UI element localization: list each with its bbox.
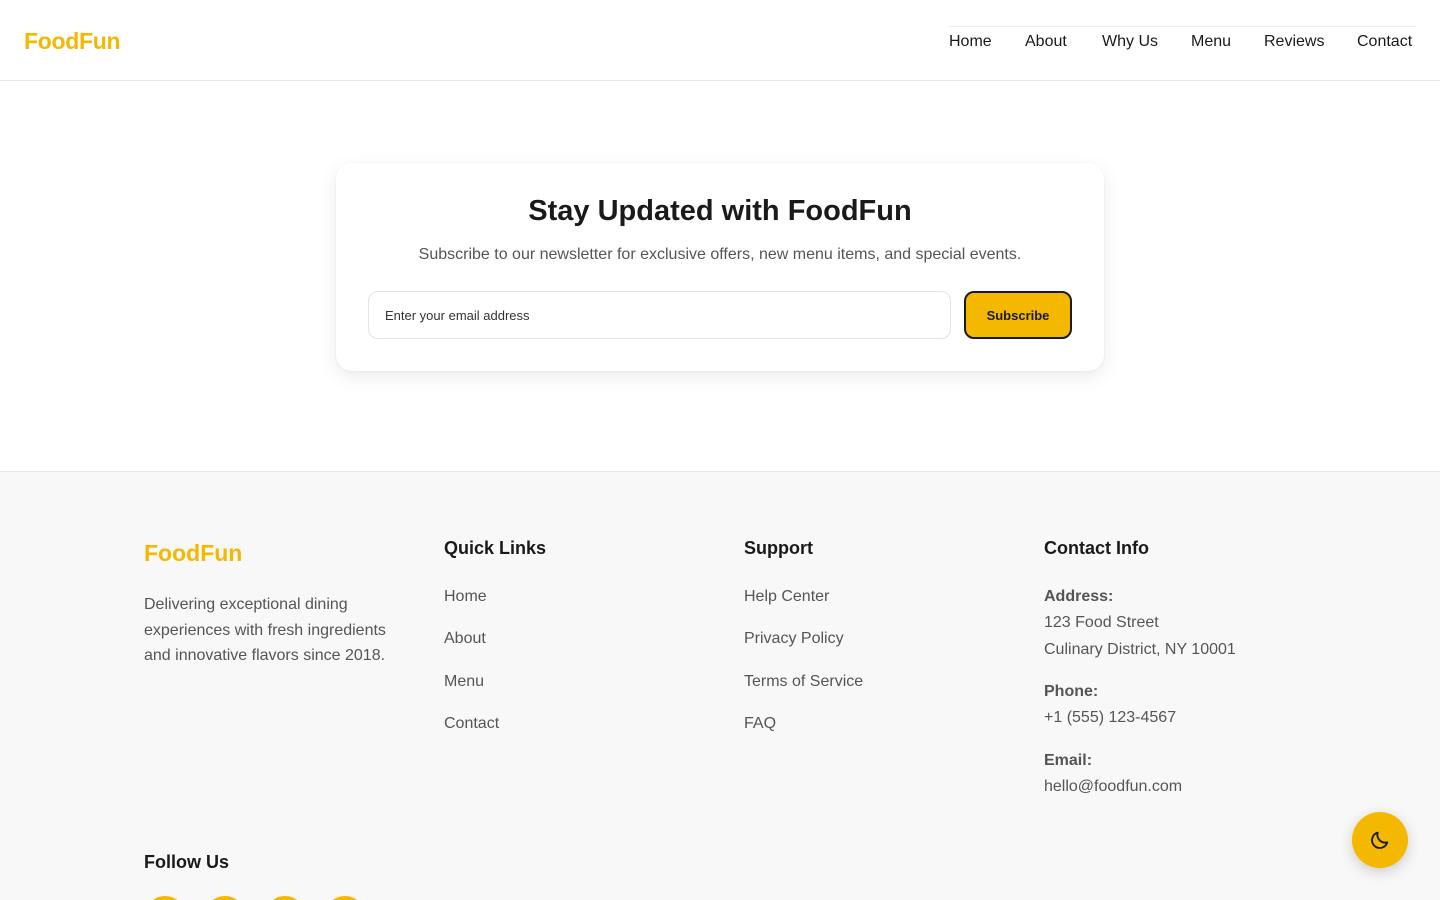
nav-why-us[interactable]: Why Us <box>1102 33 1158 51</box>
footer-link-help-center[interactable]: Help Center <box>744 588 829 606</box>
nav-menu[interactable]: Menu <box>1191 33 1231 51</box>
address-line-2: Culinary District, NY 10001 <box>1044 641 1236 658</box>
address-line-1: 123 Food Street <box>1044 614 1159 631</box>
footer-link-contact[interactable]: Contact <box>444 715 499 733</box>
footer-link-terms[interactable]: Terms of Service <box>744 673 863 691</box>
footer-brand[interactable]: FoodFun <box>144 540 242 567</box>
site-header: FoodFun Home About Why Us Menu Reviews C… <box>0 0 1440 81</box>
footer-link-menu[interactable]: Menu <box>444 673 484 691</box>
subscribe-button[interactable]: Subscribe <box>964 291 1072 339</box>
email-label: Email: <box>1044 752 1093 769</box>
social-icon-4[interactable] <box>324 896 366 900</box>
social-icon-3[interactable] <box>264 896 306 900</box>
support-heading: Support <box>744 538 813 558</box>
site-footer: FoodFun Delivering exceptional dining ex… <box>0 471 1440 900</box>
footer-link-faq[interactable]: FAQ <box>744 715 776 733</box>
social-icon-2[interactable] <box>204 896 246 900</box>
newsletter-card: Stay Updated with FoodFun Subscribe to o… <box>336 163 1104 371</box>
newsletter-title: Stay Updated with FoodFun <box>528 195 912 227</box>
theme-toggle-button[interactable] <box>1352 812 1408 868</box>
contact-info-heading: Contact Info <box>1044 538 1149 558</box>
quick-links-heading: Quick Links <box>444 538 547 558</box>
nav-about[interactable]: About <box>1025 33 1067 51</box>
social-icon-1[interactable] <box>144 896 186 900</box>
footer-link-privacy-policy[interactable]: Privacy Policy <box>744 630 844 648</box>
address-label: Address: <box>1044 588 1114 605</box>
moon-icon <box>1371 831 1389 849</box>
footer-link-home[interactable]: Home <box>444 588 487 606</box>
main-nav: Home About Why Us Menu Reviews Contact <box>949 26 1416 56</box>
footer-link-about[interactable]: About <box>444 630 486 648</box>
phone-value: +1 (555) 123-4567 <box>1044 709 1177 726</box>
email-value: hello@foodfun.com <box>1044 778 1183 795</box>
nav-home[interactable]: Home <box>949 33 992 51</box>
phone-label: Phone: <box>1044 683 1099 700</box>
follow-us-heading: Follow Us <box>144 852 229 872</box>
newsletter-subtitle: Subscribe to our newsletter for exclusiv… <box>418 246 1022 263</box>
nav-contact[interactable]: Contact <box>1357 33 1412 51</box>
footer-description: Delivering exceptional dining experience… <box>144 596 386 664</box>
nav-reviews[interactable]: Reviews <box>1264 33 1324 51</box>
brand-logo[interactable]: FoodFun <box>24 28 121 55</box>
email-input[interactable] <box>368 291 951 339</box>
